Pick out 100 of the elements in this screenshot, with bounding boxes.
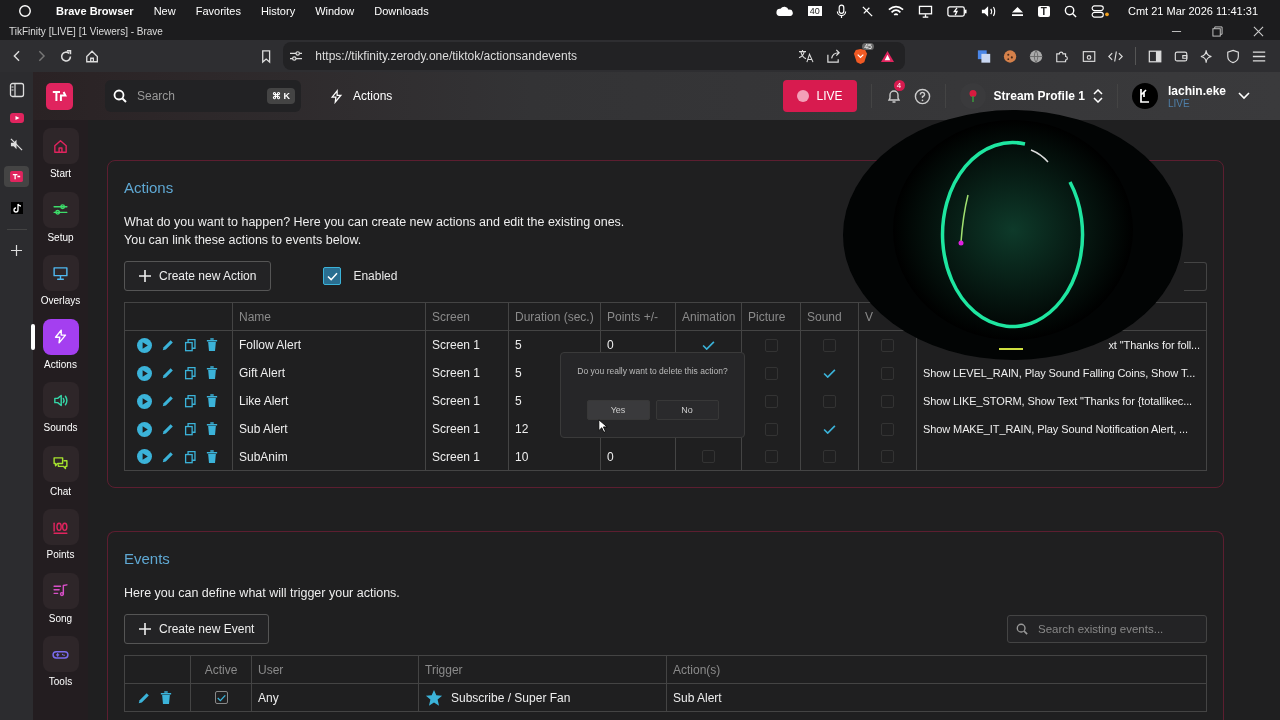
help-icon[interactable] xyxy=(913,87,931,105)
microphone-icon[interactable] xyxy=(835,3,847,19)
pen-icon[interactable] xyxy=(860,4,874,18)
edit-icon[interactable] xyxy=(161,449,175,464)
battery-icon[interactable] xyxy=(946,5,967,17)
dialog-button[interactable]: Yes xyxy=(586,400,650,420)
search-field[interactable]: Search existing events... xyxy=(1007,615,1207,643)
edit-icon[interactable] xyxy=(161,338,175,352)
delete-icon[interactable] xyxy=(160,690,172,705)
edit-icon[interactable] xyxy=(161,422,175,436)
live-button[interactable]: LIVE xyxy=(782,80,857,112)
nav-item[interactable]: Chat xyxy=(33,445,88,506)
search-input[interactable]: Search xyxy=(135,88,259,104)
create-event-button[interactable]: Create new Event xyxy=(124,614,270,644)
copy-icon[interactable] xyxy=(184,366,197,380)
copy-icon[interactable] xyxy=(184,449,197,464)
sparkle-icon[interactable] xyxy=(1199,48,1214,64)
translate-extension-icon[interactable] xyxy=(977,48,992,64)
edit-icon[interactable] xyxy=(137,690,151,705)
bookmark-icon[interactable] xyxy=(260,48,272,64)
cookie-icon[interactable] xyxy=(1003,48,1018,64)
muted-icon[interactable] xyxy=(10,138,23,151)
nav-item[interactable]: Actions xyxy=(33,318,88,379)
triangle-icon[interactable] xyxy=(880,49,896,63)
eject-icon[interactable] xyxy=(1010,5,1024,17)
restore-icon[interactable] xyxy=(1212,25,1223,37)
column-header: User xyxy=(252,656,419,684)
note-app-icon[interactable] xyxy=(10,202,23,214)
nav-item[interactable]: Points xyxy=(33,509,88,570)
nav-item[interactable]: Overlays xyxy=(33,255,88,316)
play-icon[interactable] xyxy=(137,337,152,353)
menu-item[interactable]: Downloads xyxy=(374,5,429,17)
enabled-checkbox[interactable] xyxy=(323,267,342,285)
play-icon[interactable] xyxy=(137,365,152,381)
profile-selector[interactable]: Stream Profile 1 xyxy=(959,83,1103,109)
add-icon[interactable] xyxy=(11,245,22,256)
globe-icon[interactable] xyxy=(1029,48,1044,64)
nav-item[interactable]: Song xyxy=(33,572,88,633)
search-input[interactable]: Search existing events... xyxy=(1036,622,1198,636)
share-icon[interactable] xyxy=(826,48,842,64)
menu-icon[interactable] xyxy=(1251,49,1267,63)
cloud-icon[interactable] xyxy=(775,5,794,17)
site-settings-icon[interactable] xyxy=(289,50,304,62)
search-icon[interactable] xyxy=(1063,4,1077,18)
app-menu[interactable]: Brave Browser xyxy=(56,5,134,17)
screenshot-icon[interactable] xyxy=(1081,48,1096,64)
delete-icon[interactable] xyxy=(206,422,218,436)
app-tab-icon[interactable] xyxy=(4,166,29,187)
close-icon[interactable] xyxy=(1253,25,1264,37)
edit-icon[interactable] xyxy=(161,394,175,408)
shield-icon[interactable] xyxy=(1225,48,1240,64)
code-icon[interactable] xyxy=(1107,49,1123,63)
delete-icon[interactable] xyxy=(206,394,218,408)
nav-item[interactable]: Tools xyxy=(33,636,88,697)
dialog-button[interactable]: No xyxy=(655,400,719,420)
menu-item[interactable]: History xyxy=(260,5,296,17)
nav-item[interactable]: Sounds xyxy=(33,382,88,443)
search-field[interactable]: Search ⌘ K xyxy=(105,80,301,112)
nav-item[interactable]: Start xyxy=(33,128,88,189)
forward-icon[interactable] xyxy=(37,49,47,63)
menu-item[interactable]: New xyxy=(153,5,176,17)
user-name: lachin.eke xyxy=(1167,83,1226,98)
translate-icon[interactable] xyxy=(798,49,815,63)
sidebar-toggle-icon[interactable] xyxy=(1147,48,1162,64)
menu-item[interactable]: Window xyxy=(315,5,355,17)
lion-shield-icon[interactable] xyxy=(853,47,869,65)
reload-icon[interactable] xyxy=(58,48,73,64)
bell-icon[interactable] xyxy=(885,88,902,104)
clock[interactable]: Cmt 21 Mar 2026 11:41:31 xyxy=(1127,5,1258,17)
copy-icon[interactable] xyxy=(184,422,197,436)
control-center-icon[interactable] xyxy=(1090,4,1110,18)
search-field[interactable] xyxy=(1184,261,1207,291)
wifi-icon[interactable] xyxy=(887,4,904,18)
sidebar-panel-icon[interactable] xyxy=(8,82,25,98)
app-logo[interactable] xyxy=(46,82,73,110)
system-icon[interactable] xyxy=(18,4,32,18)
play-icon[interactable] xyxy=(137,393,152,409)
delete-icon[interactable] xyxy=(206,449,218,464)
nav-item[interactable]: Setup xyxy=(33,191,88,252)
wallet-icon[interactable] xyxy=(1173,48,1188,64)
home-icon[interactable] xyxy=(84,48,99,64)
column-header: Points +/- xyxy=(601,303,676,331)
create-action-button[interactable]: Create new Action xyxy=(124,261,272,291)
chevron-down-icon[interactable] xyxy=(1238,92,1250,100)
back-icon[interactable] xyxy=(12,49,22,63)
video-icon[interactable] xyxy=(9,113,24,123)
delete-icon[interactable] xyxy=(206,366,218,380)
play-icon[interactable] xyxy=(137,421,152,437)
speaker-icon[interactable] xyxy=(980,4,997,18)
edit-icon[interactable] xyxy=(161,366,175,380)
tray-badge[interactable]: 40 xyxy=(807,6,822,16)
delete-icon[interactable] xyxy=(206,338,218,352)
avatar[interactable] xyxy=(1131,83,1158,109)
menu-item[interactable]: Favorites xyxy=(195,5,241,17)
monitor-icon[interactable] xyxy=(917,4,933,18)
play-icon[interactable] xyxy=(137,449,152,464)
active-checkbox[interactable] xyxy=(214,691,228,704)
copy-icon[interactable] xyxy=(184,394,197,408)
copy-icon[interactable] xyxy=(184,338,197,352)
tray-app-icon[interactable]: T xyxy=(1037,5,1050,17)
